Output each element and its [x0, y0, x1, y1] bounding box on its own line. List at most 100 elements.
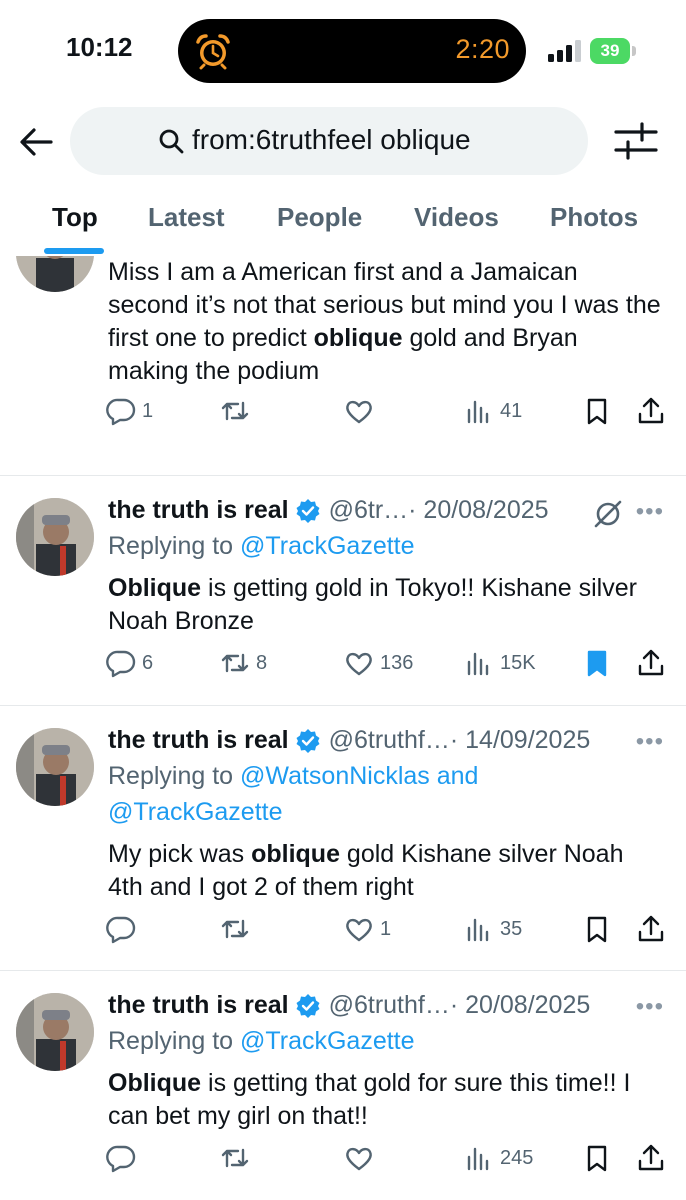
tab-photos[interactable]: Photos: [550, 202, 638, 233]
avatar[interactable]: [16, 256, 94, 292]
tweet[interactable]: the truth is real @6truthf… · 20/08/2025…: [0, 971, 686, 1200]
mention-link[interactable]: @TrackGazette: [240, 1027, 415, 1055]
mention-link[interactable]: @TrackGazette: [240, 532, 415, 560]
share-button[interactable]: [636, 396, 666, 426]
repost-button[interactable]: [220, 1143, 256, 1173]
share-button[interactable]: [636, 914, 666, 944]
sliders-icon[interactable]: [612, 118, 660, 164]
views-button[interactable]: 41: [464, 396, 522, 426]
views-button[interactable]: 35: [464, 914, 522, 944]
arrow-left-icon: [20, 128, 53, 156]
tweet-header: the truth is real @6truthf… · 14/09/2025: [108, 726, 590, 755]
share-button[interactable]: [636, 648, 666, 678]
tweet-date: · 20/08/2025: [449, 991, 591, 1019]
reply-button[interactable]: [106, 1143, 142, 1173]
avatar[interactable]: [16, 498, 94, 576]
tweet[interactable]: the truth is real @6tr… · 20/08/2025 •••…: [0, 476, 686, 706]
mention-link[interactable]: @TrackGazette: [108, 798, 283, 826]
repost-button[interactable]: [220, 396, 256, 426]
tweet-actions: 1 35: [0, 914, 686, 954]
bookmark-button[interactable]: [582, 648, 612, 678]
search-input[interactable]: from:6truthfeel oblique: [70, 107, 588, 175]
handle[interactable]: @6tr…: [329, 496, 409, 525]
share-button[interactable]: [636, 1143, 666, 1173]
reply-button[interactable]: [106, 914, 142, 944]
share-icon: [638, 397, 664, 424]
battery-level: 39: [590, 38, 630, 64]
bar-chart-icon: [467, 400, 489, 424]
tab-videos[interactable]: Videos: [414, 202, 499, 233]
like-button[interactable]: 136: [344, 648, 413, 678]
tweet[interactable]: the truth is real @6truthf… · 14/09/2025…: [0, 706, 686, 971]
battery-indicator: 39: [590, 38, 636, 64]
display-name[interactable]: the truth is real: [108, 726, 289, 755]
handle[interactable]: @6truthf…: [329, 991, 450, 1020]
comment-icon: [106, 398, 136, 426]
views-button[interactable]: 15K: [464, 648, 536, 678]
bookmark-icon: [587, 1145, 607, 1172]
tweet-header: the truth is real @6truthf… · 20/08/2025: [108, 991, 590, 1020]
mention-link[interactable]: @WatsonNicklas and: [240, 762, 478, 790]
like-button[interactable]: [344, 396, 380, 426]
tweet[interactable]: Miss I am a American first and a Jamaica…: [0, 256, 686, 476]
dynamic-island[interactable]: 2:20: [178, 19, 526, 83]
back-button[interactable]: [14, 120, 58, 164]
tab-people[interactable]: People: [277, 202, 362, 233]
handle[interactable]: @6truthf…: [329, 726, 450, 755]
like-button[interactable]: [344, 1143, 380, 1173]
tweet-text: Oblique is getting gold in Tokyo!! Kisha…: [108, 574, 637, 635]
replying-to: Replying to @TrackGazette: [108, 1027, 415, 1055]
display-name[interactable]: the truth is real: [108, 991, 289, 1020]
reply-button[interactable]: 1: [106, 396, 153, 426]
tweet-text: Oblique is getting that gold for sure th…: [108, 1069, 631, 1130]
more-options-button[interactable]: •••: [636, 728, 664, 756]
timer-time: 2:20: [455, 34, 510, 64]
tweet-date: · 20/08/2025: [408, 496, 549, 524]
verified-badge-icon: [296, 498, 320, 523]
tab-top[interactable]: Top: [52, 202, 98, 233]
share-icon: [638, 649, 664, 676]
like-button[interactable]: 1: [344, 914, 391, 944]
bookmark-button[interactable]: [582, 914, 612, 944]
more-options-button[interactable]: •••: [636, 993, 664, 1021]
avatar[interactable]: [16, 993, 94, 1071]
tweet-text: Miss I am a American first and a Jamaica…: [108, 258, 661, 385]
bar-chart-icon: [467, 918, 489, 942]
repost-button[interactable]: [220, 914, 256, 944]
heart-icon: [346, 918, 372, 942]
search-icon: [159, 129, 184, 154]
verified-badge-icon: [296, 993, 320, 1018]
cellular-signal-icon: [548, 40, 581, 62]
bookmark-button[interactable]: [582, 396, 612, 426]
grok-icon[interactable]: [592, 498, 624, 530]
views-button[interactable]: 245: [464, 1143, 533, 1173]
heart-icon: [346, 400, 372, 424]
comment-icon: [106, 650, 136, 678]
repost-button[interactable]: 8: [220, 648, 267, 678]
tab-latest[interactable]: Latest: [148, 202, 225, 233]
comment-icon: [106, 916, 136, 944]
search-tabs: Top Latest People Videos Photos: [0, 190, 686, 256]
bar-chart-icon: [467, 652, 489, 676]
bookmark-icon: [587, 398, 607, 425]
tweet-actions: 6 8 136 15K: [0, 648, 686, 688]
bar-chart-icon: [467, 1147, 489, 1171]
tweet-header: the truth is real @6tr… · 20/08/2025: [108, 496, 549, 525]
status-bar: 10:12 2:20 39: [0, 0, 686, 100]
tweet-actions: 1 41: [0, 396, 686, 436]
tweet-text: My pick was oblique gold Kishane silver …: [108, 840, 624, 901]
active-tab-indicator: [44, 248, 104, 254]
repost-icon: [221, 653, 249, 673]
share-icon: [638, 1144, 664, 1171]
bookmark-button[interactable]: [582, 1143, 612, 1173]
display-name[interactable]: the truth is real: [108, 496, 289, 525]
bookmark-icon: [587, 916, 607, 943]
more-options-button[interactable]: •••: [636, 498, 664, 526]
avatar[interactable]: [16, 728, 94, 806]
search-results-feed[interactable]: Miss I am a American first and a Jamaica…: [0, 256, 686, 1200]
share-icon: [638, 915, 664, 942]
status-time: 10:12: [66, 32, 133, 62]
bookmark-icon: [587, 650, 607, 677]
reply-button[interactable]: 6: [106, 648, 153, 678]
tweet-actions: 245: [0, 1143, 686, 1183]
